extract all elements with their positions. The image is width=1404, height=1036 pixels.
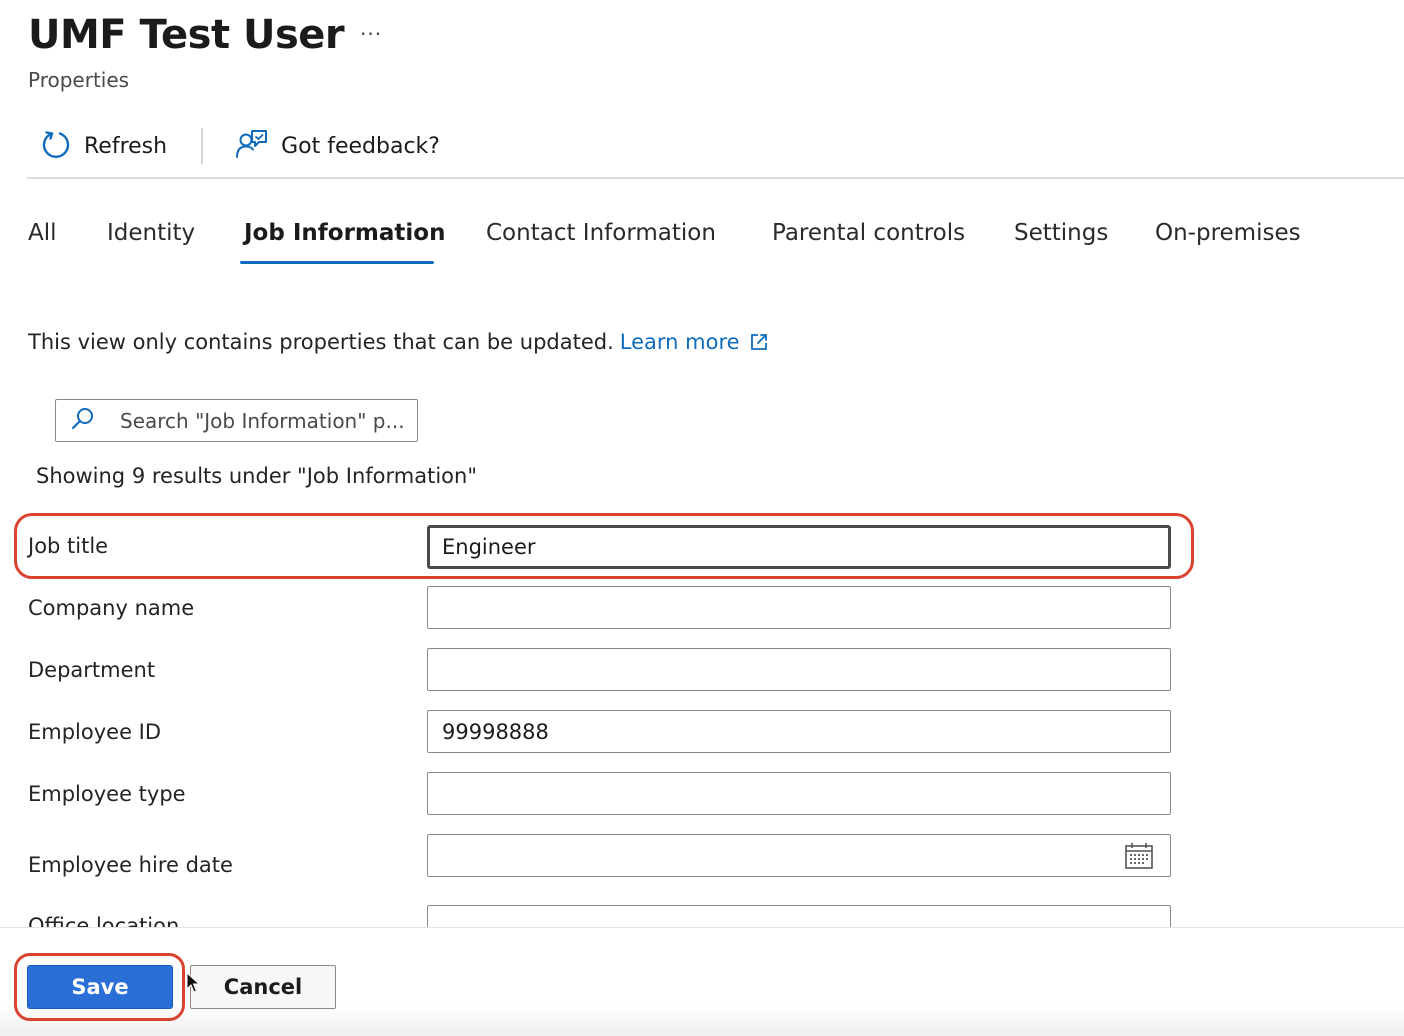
info-notice: This view only contains properties that …	[28, 330, 768, 356]
refresh-icon	[40, 128, 84, 164]
results-count: Showing 9 results under "Job Information…	[36, 464, 477, 488]
employee-hire-date-input[interactable]	[427, 834, 1171, 877]
learn-more-link[interactable]: Learn more	[620, 330, 740, 354]
employee-type-input[interactable]	[427, 772, 1171, 815]
external-link-icon[interactable]	[750, 332, 768, 356]
active-tab-indicator	[240, 261, 434, 264]
employee-type-label: Employee type	[28, 782, 186, 806]
refresh-label: Refresh	[84, 133, 168, 159]
tab-identity[interactable]: Identity	[107, 212, 195, 254]
job-title-input[interactable]	[427, 525, 1171, 569]
tab-parental-controls[interactable]: Parental controls	[772, 212, 965, 254]
cancel-button[interactable]: Cancel	[190, 965, 336, 1009]
department-label: Department	[28, 658, 156, 682]
search-input[interactable]	[120, 408, 410, 433]
employee-id-label: Employee ID	[28, 720, 162, 744]
office-location-input[interactable]	[427, 905, 1171, 928]
company-name-input[interactable]	[427, 586, 1171, 629]
job-title-label: Job title	[28, 534, 109, 558]
office-location-label: Office location	[28, 914, 180, 928]
tab-job-information[interactable]: Job Information	[244, 212, 445, 254]
employee-id-input[interactable]	[427, 710, 1171, 753]
tab-on-premises[interactable]: On-premises	[1155, 212, 1301, 254]
toolbar-divider-line	[27, 177, 1404, 179]
save-button[interactable]: Save	[27, 965, 173, 1009]
mouse-pointer-icon	[186, 971, 201, 998]
employee-hire-date-label: Employee hire date	[28, 853, 233, 877]
search-icon	[70, 406, 120, 436]
notice-text: This view only contains properties that …	[28, 330, 614, 354]
feedback-icon	[235, 128, 281, 164]
toolbar-divider	[201, 128, 204, 164]
property-search[interactable]	[55, 399, 418, 442]
tab-contact-information[interactable]: Contact Information	[486, 212, 716, 254]
page-title: UMF Test User	[28, 12, 345, 58]
feedback-label: Got feedback?	[281, 133, 440, 159]
company-name-label: Company name	[28, 596, 195, 620]
more-options-button[interactable]: ···	[360, 22, 382, 46]
calendar-icon[interactable]	[1124, 841, 1154, 875]
refresh-button[interactable]: Refresh	[28, 122, 179, 170]
feedback-button[interactable]: Got feedback?	[225, 122, 452, 170]
command-bar: Refresh Got feedback?	[28, 120, 452, 172]
tab-settings[interactable]: Settings	[1014, 212, 1108, 254]
tab-all[interactable]: All	[28, 212, 57, 254]
page-subtitle: Properties	[28, 68, 130, 92]
department-input[interactable]	[427, 648, 1171, 691]
